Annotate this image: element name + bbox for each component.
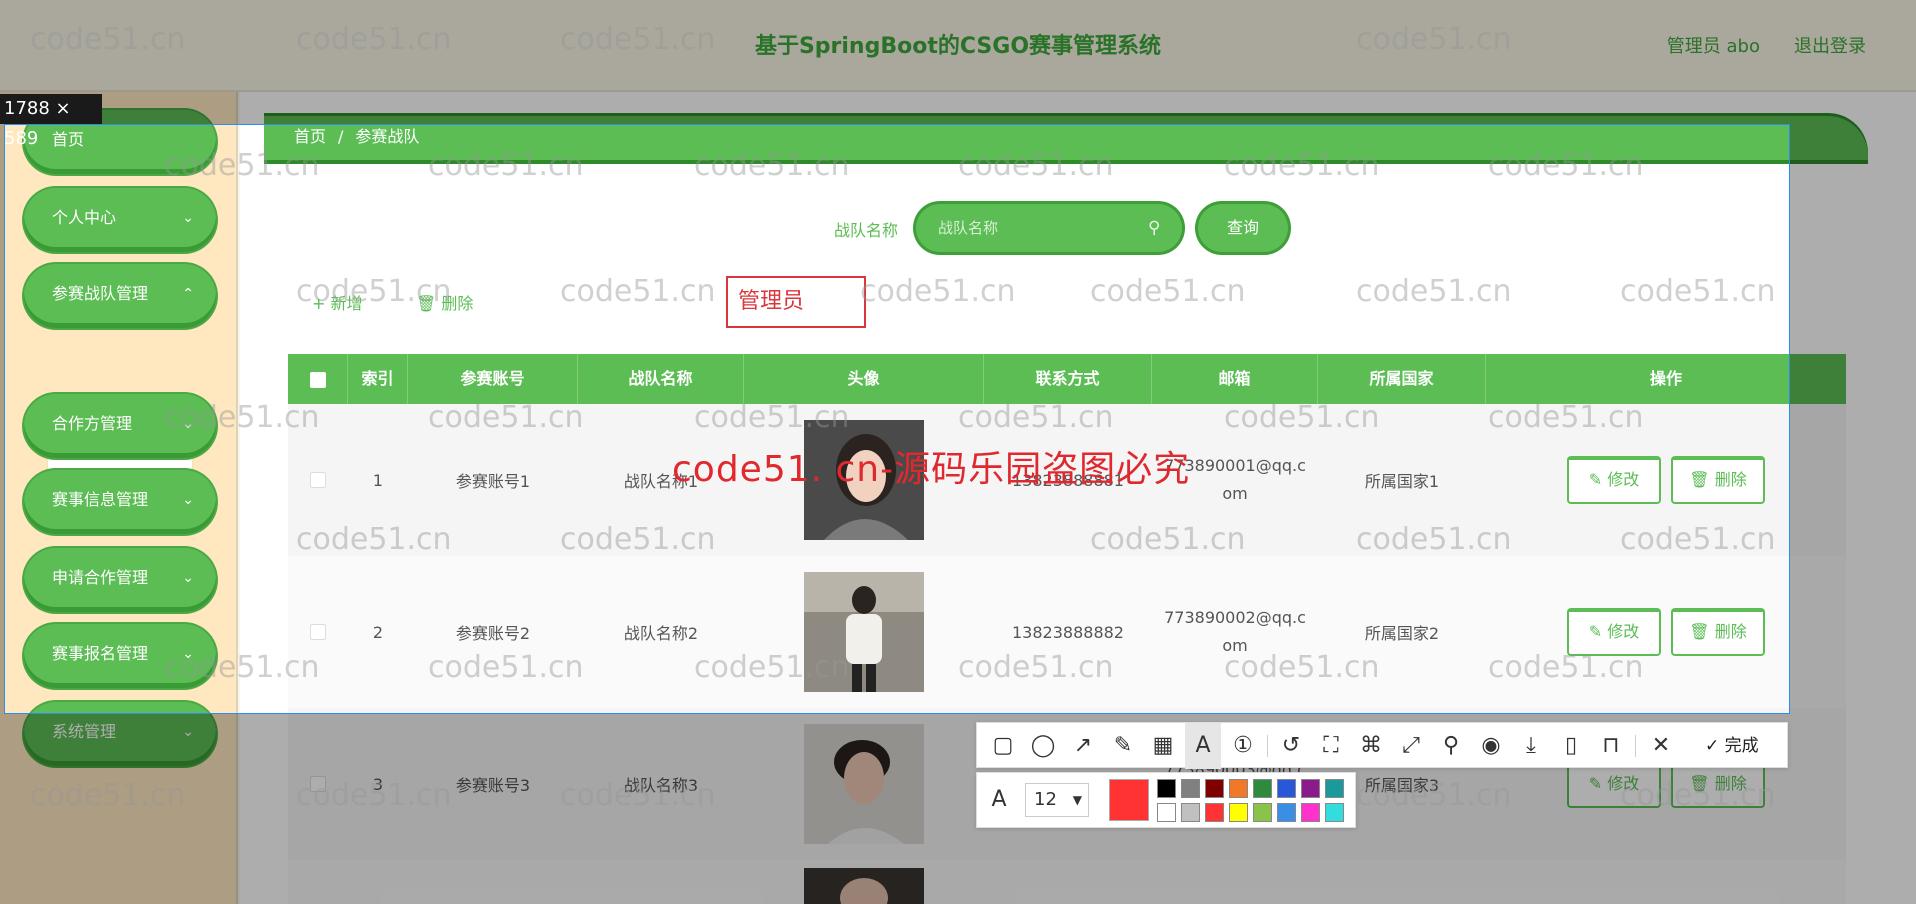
current-color-swatch[interactable] bbox=[1109, 779, 1149, 821]
color-swatch[interactable] bbox=[1157, 803, 1176, 822]
edit-icon: ✎ bbox=[1588, 774, 1608, 793]
phone-icon[interactable]: ▯ bbox=[1553, 723, 1589, 769]
color-swatch[interactable] bbox=[1277, 779, 1296, 798]
cell-avatar bbox=[744, 708, 984, 860]
cell-account: 参赛账号3 bbox=[455, 776, 531, 795]
scan-icon[interactable]: ⛶ bbox=[1313, 723, 1349, 769]
color-swatch[interactable] bbox=[1301, 803, 1320, 822]
system-title: 基于SpringBoot的CSGO赛事管理系统 bbox=[754, 34, 1162, 59]
arrow-tool-icon[interactable]: ↗ bbox=[1065, 723, 1101, 769]
caret-down-icon: ▼ bbox=[1072, 793, 1082, 807]
color-swatch[interactable] bbox=[1157, 779, 1176, 798]
trash-icon: 🗑 bbox=[1689, 774, 1715, 793]
color-swatch[interactable] bbox=[1181, 779, 1200, 798]
color-swatch[interactable] bbox=[1301, 779, 1320, 798]
color-swatch[interactable] bbox=[1205, 779, 1224, 798]
color-swatch[interactable] bbox=[1229, 803, 1248, 822]
color-swatch[interactable] bbox=[1181, 803, 1200, 822]
color-swatch[interactable] bbox=[1325, 779, 1344, 798]
cell-team: 战队名称3 bbox=[623, 776, 699, 795]
annotation-text-box[interactable]: 管理员 bbox=[726, 276, 866, 328]
avatar bbox=[804, 868, 924, 904]
download-icon[interactable]: ⤓ bbox=[1513, 723, 1549, 769]
toolbar-divider bbox=[1635, 735, 1636, 757]
cell-avatar bbox=[744, 860, 984, 904]
pen-tool-icon[interactable]: ✎ bbox=[1105, 723, 1141, 769]
number-marker-icon[interactable]: ① bbox=[1225, 723, 1261, 769]
row-checkbox[interactable] bbox=[310, 776, 326, 792]
toolbar-divider bbox=[1267, 735, 1268, 757]
pin-icon[interactable]: ⚲ bbox=[1433, 723, 1469, 769]
undo-icon[interactable]: ↺ bbox=[1273, 723, 1309, 769]
top-header: 基于SpringBoot的CSGO赛事管理系统 管理员 abo 退出登录 bbox=[0, 0, 1916, 92]
text-tool-icon[interactable]: A bbox=[1185, 723, 1221, 769]
edit-label: 修改 bbox=[1607, 774, 1640, 793]
color-swatch[interactable] bbox=[1325, 803, 1344, 822]
annotation-toolbar: ▢ ◯ ↗ ✎ ▦ A ① ↺ ⛶ ⌘ ⤢ ⚲ ◉ ⤓ ▯ ⊓ ✕ ✓ 完成 bbox=[976, 722, 1788, 769]
font-size-select[interactable]: 12 ▼ bbox=[1025, 783, 1089, 817]
font-size-value: 12 bbox=[1034, 789, 1057, 810]
ellipse-tool-icon[interactable]: ◯ bbox=[1025, 723, 1061, 769]
done-label: 完成 bbox=[1724, 736, 1759, 756]
table-row bbox=[288, 860, 1846, 904]
logout-link[interactable]: 退出登录 bbox=[1794, 32, 1866, 58]
row-check-cell bbox=[288, 708, 348, 860]
expand-icon[interactable]: ⤢ bbox=[1393, 723, 1429, 769]
check-icon: ✓ bbox=[1705, 736, 1725, 756]
color-swatch[interactable] bbox=[1253, 803, 1272, 822]
close-icon[interactable]: ✕ bbox=[1643, 723, 1679, 769]
current-user-label: 管理员 abo bbox=[1666, 36, 1760, 57]
record-icon[interactable]: ◉ bbox=[1473, 723, 1509, 769]
text-style-toolbar: A 12 ▼ bbox=[976, 772, 1356, 828]
cell-index: 3 bbox=[372, 774, 384, 794]
delete-label: 删除 bbox=[1714, 774, 1747, 793]
sidebar-item-label: 系统管理 bbox=[52, 722, 117, 741]
bookmark-icon[interactable]: ⊓ bbox=[1593, 723, 1629, 769]
translate-icon[interactable]: ⌘ bbox=[1353, 723, 1389, 769]
screenshot-selection[interactable] bbox=[4, 124, 1790, 714]
avatar bbox=[804, 724, 924, 844]
rectangle-tool-icon[interactable]: ▢ bbox=[985, 723, 1021, 769]
color-swatch[interactable] bbox=[1253, 779, 1272, 798]
color-swatch[interactable] bbox=[1229, 779, 1248, 798]
color-swatch[interactable] bbox=[1277, 803, 1296, 822]
font-icon: A bbox=[991, 787, 1007, 812]
color-swatch[interactable] bbox=[1205, 803, 1224, 822]
mosaic-tool-icon[interactable]: ▦ bbox=[1145, 723, 1181, 769]
selection-size-label: 1788 × 589 bbox=[0, 94, 102, 149]
done-button[interactable]: ✓ 完成 bbox=[1705, 723, 1759, 769]
watermark-red: code51. cn-源码乐园盗图必究 bbox=[672, 449, 1191, 490]
